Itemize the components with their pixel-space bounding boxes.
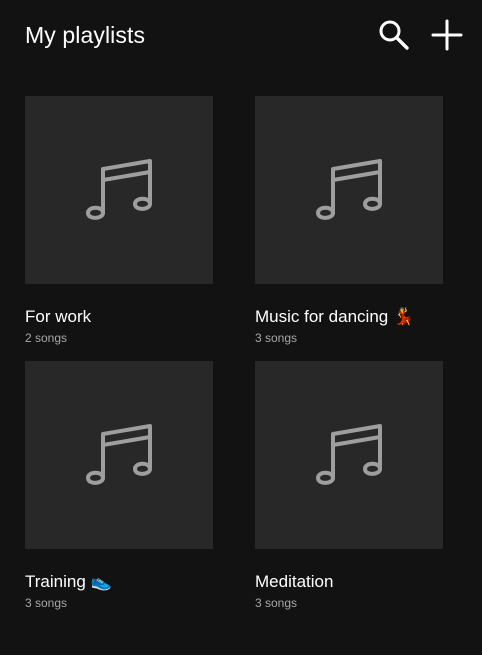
playlist-thumbnail xyxy=(25,96,213,284)
playlist-song-count: 3 songs xyxy=(255,596,298,610)
playlist-title: For work xyxy=(25,307,92,326)
page-title: My playlists xyxy=(25,22,146,48)
playlist-card[interactable]: Music for dancing 💃 3 songs xyxy=(255,96,443,346)
music-note-icon xyxy=(86,159,152,220)
playlist-song-count: 3 songs xyxy=(25,596,68,610)
playlist-title: Music for dancing 💃 xyxy=(255,307,415,326)
playlist-title: Training 👟 xyxy=(25,572,112,591)
playlist-title: Meditation xyxy=(255,572,334,591)
playlist-card[interactable]: For work 2 songs xyxy=(25,96,213,346)
playlist-thumbnail xyxy=(255,96,443,284)
plus-icon xyxy=(431,19,463,51)
playlist-thumbnail xyxy=(25,361,213,549)
playlist-card[interactable]: Training 👟 3 songs xyxy=(25,361,213,611)
search-button[interactable] xyxy=(377,18,411,52)
playlist-song-count: 2 songs xyxy=(25,331,68,345)
music-note-icon xyxy=(86,424,152,485)
search-icon xyxy=(379,20,409,50)
playlist-thumbnail xyxy=(255,361,443,549)
playlist-song-count: 3 songs xyxy=(255,331,298,345)
playlist-card[interactable]: Meditation 3 songs xyxy=(255,361,443,611)
music-note-icon xyxy=(316,159,382,220)
music-note-icon xyxy=(316,424,382,485)
add-playlist-button[interactable] xyxy=(430,18,464,52)
app-header: My playlists xyxy=(25,0,465,70)
